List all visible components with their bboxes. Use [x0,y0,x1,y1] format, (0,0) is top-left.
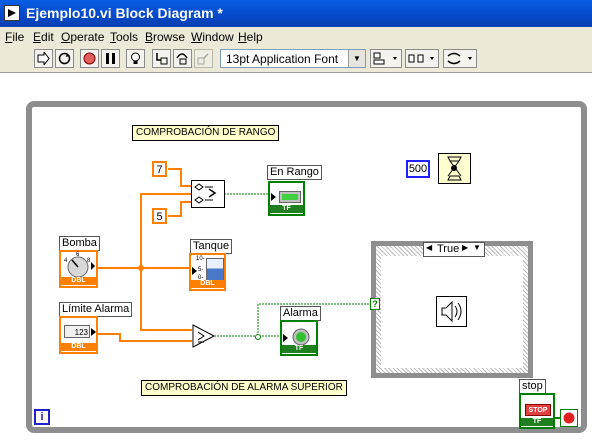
dbl-tag: DBL [61,343,96,351]
led-round-icon [292,328,310,346]
constant-upper-limit[interactable]: 7 [152,161,167,177]
tf-tag: TF [270,205,303,213]
numeric-control-value: 123 [64,325,90,338]
limite-alarma-control-terminal[interactable]: 123 DBL [59,316,98,354]
comment-range-check[interactable]: COMPROBACIÓN DE RANGO [132,125,280,141]
iteration-terminal[interactable]: i [34,409,50,425]
tank-scale-mid: 5- [198,267,204,273]
input-arrow-icon [271,193,276,201]
case-increment-icon[interactable]: ▶ [462,243,468,252]
case-selector-value: True [437,243,460,255]
label-tanque[interactable]: Tanque [190,239,233,254]
input-arrow-icon [283,334,288,342]
output-arrow-icon [91,328,96,336]
dbl-tag: DBL [61,277,96,285]
case-decrement-icon[interactable]: ◀ [426,243,432,252]
knob-mark-mid: 6 [76,252,80,258]
wait-ms-icon[interactable] [438,153,471,184]
wire-limite-compare[interactable] [98,333,192,342]
greater-or-equal-function[interactable] [192,324,216,348]
alarma-indicator-terminal[interactable]: TF [280,320,318,356]
label-bomba[interactable]: Bomba [59,236,100,251]
label-limite-alarma[interactable]: Límite Alarma [59,302,133,317]
knob-mark-low: 4 [64,258,68,264]
tank-scale-top: 10- [196,256,205,262]
stop-button-icon: STOP [525,404,551,416]
label-stop[interactable]: stop [519,379,546,394]
label-alarma[interactable]: Alarma [280,306,321,321]
case-menu-chevron-icon[interactable]: ▼ [473,243,481,252]
led-bar-icon [279,191,301,203]
bomba-control-terminal[interactable]: 4 6 8 DBL [59,250,98,288]
wires-layer [98,168,560,419]
case-selector-label[interactable]: ◀ True ▶ ▼ [423,242,485,257]
beep-icon[interactable] [436,296,467,327]
en-rango-indicator-terminal[interactable]: TF [268,181,305,216]
stop-control-terminal[interactable]: STOP TF [519,393,555,429]
constant-wait-ms[interactable]: 500 [406,160,430,178]
wire-bomba-range[interactable] [140,193,192,268]
tf-tag: TF [282,345,316,353]
wire-junction [138,265,144,271]
tanque-indicator-terminal[interactable]: 10- 5- 0- DBL [189,253,226,291]
constant-lower-limit[interactable]: 5 [152,208,167,224]
wire-upper-limit[interactable] [168,168,192,187]
comment-upper-alarm[interactable]: COMPROBACIÓN DE ALARMA SUPERIOR [141,380,347,396]
knob-mark-high: 8 [87,258,91,264]
loop-condition-stop-icon[interactable] [560,409,578,427]
label-en-rango[interactable]: En Rango [267,165,322,180]
tf-tag: TF [521,418,553,426]
wire-lower-limit[interactable] [168,201,192,217]
in-range-and-coerce-function[interactable] [191,180,225,208]
wire-bomba-compare[interactable] [140,268,192,331]
dbl-tag: DBL [191,280,224,288]
case-selector-terminal[interactable]: ? [370,298,380,310]
wire-bool-junction [255,334,261,340]
